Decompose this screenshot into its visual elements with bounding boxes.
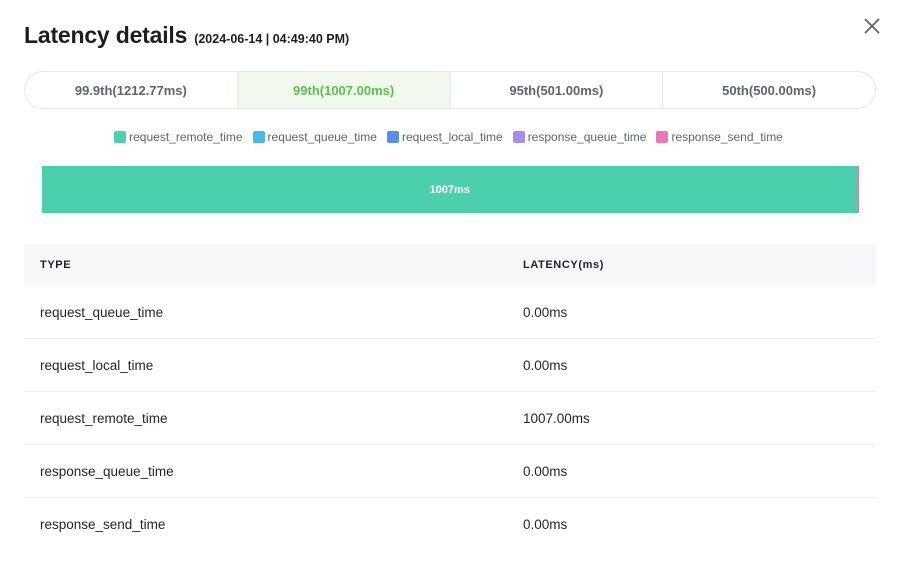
table-header: TYPE LATENCY(ms) — [24, 244, 876, 286]
legend-swatch — [386, 131, 399, 143]
column-header-type: TYPE — [40, 259, 72, 271]
row-latency: 0.00ms — [523, 357, 568, 373]
legend-item-request-queue-time[interactable]: request_queue_time — [252, 130, 377, 144]
legend-item-response-queue-time[interactable]: response_queue_time — [512, 130, 647, 144]
tab-99-9th[interactable]: 99.9th(1212.77ms) — [25, 72, 238, 108]
legend-item-request-remote-time[interactable]: request_remote_time — [114, 130, 243, 144]
legend-label: response_send_time — [671, 130, 783, 144]
legend-label: request_queue_time — [267, 130, 377, 144]
bar-value-label: 1007ms — [429, 183, 470, 196]
legend-item-request-local-time[interactable]: request_local_time — [386, 130, 503, 144]
chart-legend: request_remote_time request_queue_time r… — [0, 130, 897, 144]
bar-segment-request-remote-time[interactable]: 1007ms — [42, 166, 858, 213]
column-header-latency: LATENCY(ms) — [523, 259, 604, 271]
modal-timestamp: (2024-06-14 | 04:49:40 PM) — [194, 32, 350, 46]
table-row: request_remote_time 1007.00ms — [24, 392, 876, 445]
close-button[interactable] — [861, 15, 883, 37]
close-icon — [864, 18, 880, 34]
table-row: request_local_time 0.00ms — [24, 339, 876, 392]
latency-details-modal: Latency details (2024-06-14 | 04:49:40 P… — [0, 0, 897, 565]
legend-swatch — [114, 131, 127, 143]
legend-label: request_local_time — [401, 130, 503, 144]
row-type: request_remote_time — [40, 410, 168, 426]
table-row: request_queue_time 0.00ms — [24, 286, 876, 339]
percentile-tabs: 99.9th(1212.77ms) 99th(1007.00ms) 95th(5… — [24, 71, 876, 109]
row-type: response_send_time — [40, 517, 166, 532]
tab-95th[interactable]: 95th(501.00ms) — [451, 72, 664, 108]
legend-label: response_queue_time — [527, 130, 647, 144]
modal-title: Latency details — [24, 22, 188, 48]
table-row: response_send_time 0.00ms — [24, 498, 876, 551]
legend-swatch — [512, 131, 525, 143]
row-type: request_queue_time — [40, 304, 164, 320]
latency-table: TYPE LATENCY(ms) request_queue_time 0.00… — [24, 244, 876, 551]
row-latency: 0.00ms — [523, 517, 568, 532]
legend-swatch — [252, 131, 265, 143]
legend-swatch — [656, 131, 669, 143]
row-latency: 1007.00ms — [523, 410, 590, 426]
row-type: response_queue_time — [40, 463, 174, 479]
table-row: response_queue_time 0.00ms — [24, 445, 876, 498]
row-type: request_local_time — [40, 357, 154, 373]
latency-stacked-bar: 1007ms — [42, 166, 859, 213]
tab-99th[interactable]: 99th(1007.00ms) — [237, 72, 451, 108]
row-latency: 0.00ms — [523, 304, 568, 320]
legend-label: request_remote_time — [129, 130, 243, 144]
bar-segment-response-send-time[interactable] — [857, 166, 859, 213]
modal-header: Latency details (2024-06-14 | 04:49:40 P… — [24, 22, 349, 49]
row-latency: 0.00ms — [523, 463, 568, 479]
legend-item-response-send-time[interactable]: response_send_time — [656, 130, 783, 144]
tab-50th[interactable]: 50th(500.00ms) — [663, 72, 875, 108]
